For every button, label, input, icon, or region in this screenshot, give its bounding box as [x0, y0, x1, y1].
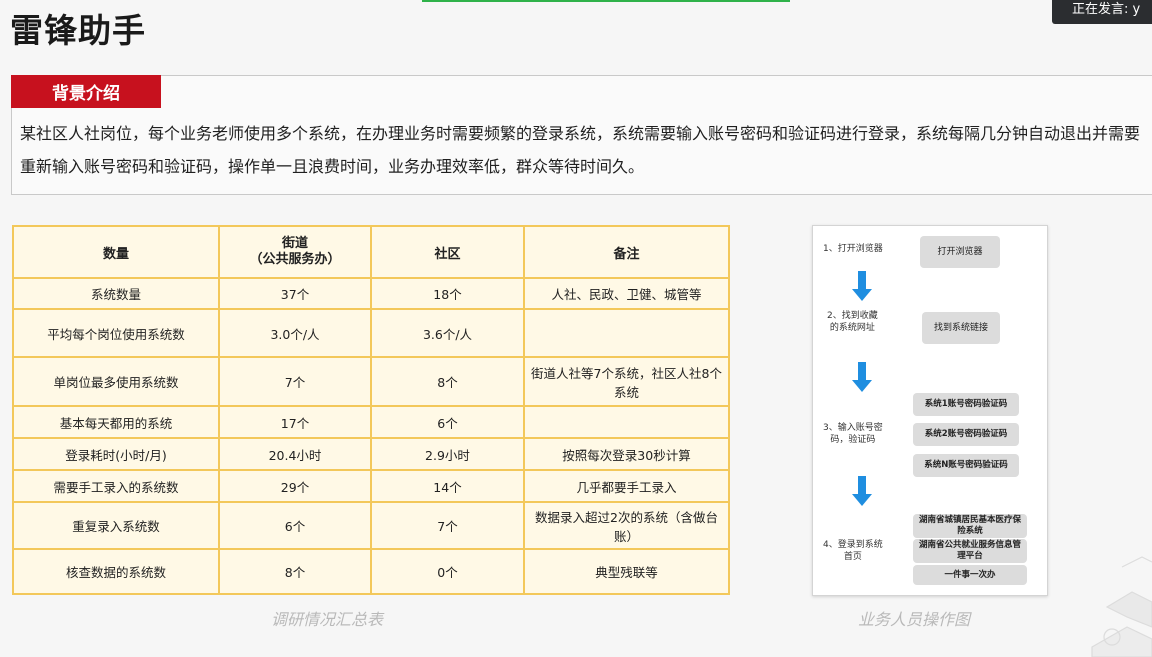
table-cell: 核查数据的系统数 — [12, 548, 220, 595]
table-header-row: 数量 街道 （公共服务办） 社区 备注 — [12, 225, 730, 279]
down-arrow-icon — [852, 271, 872, 303]
table-cell: 基本每天都用的系统 — [12, 405, 220, 439]
table-cell: 7个 — [218, 356, 372, 407]
flow-box-find-link: 找到系统链接 — [922, 312, 1000, 344]
table-cell: 数据录入超过2次的系统（含做台账） — [523, 501, 730, 550]
header-cell: 数量 — [12, 225, 220, 279]
decorative-graphic-icon — [1091, 556, 1152, 657]
table-row: 需要手工录入的系统数 29个 14个 几乎都要手工录入 — [12, 469, 730, 503]
table-cell: 17个 — [218, 405, 372, 439]
table-row: 平均每个岗位使用系统数 3.0个/人 3.6个/人 — [12, 308, 730, 358]
flow-step-3: 3、输入账号密 码，验证码 — [823, 423, 883, 445]
table-cell: 重复录入系统数 — [12, 501, 220, 550]
table-cell: 7个 — [370, 501, 525, 550]
table-cell: 登录耗时(小时/月) — [12, 437, 220, 471]
table-caption: 调研情况汇总表 — [271, 610, 384, 629]
operation-flow-diagram: 1、打开浏览器 打开浏览器 2、找到收藏 的系统网址 找到系统链接 3、输入账号… — [812, 225, 1048, 596]
table-cell: 人社、民政、卫健、城管等 — [523, 277, 730, 310]
flow-step-4: 4、登录到系统 首页 — [823, 540, 883, 562]
table-cell: 18个 — [370, 277, 525, 310]
table-cell — [523, 308, 730, 358]
flow-box-open-browser: 打开浏览器 — [920, 236, 1000, 268]
down-arrow-icon — [852, 476, 872, 508]
table-cell: 8个 — [370, 356, 525, 407]
table-row: 基本每天都用的系统 17个 6个 — [12, 405, 730, 439]
table-cell: 几乎都要手工录入 — [523, 469, 730, 503]
table-cell: 0个 — [370, 548, 525, 595]
table-cell: 单岗位最多使用系统数 — [12, 356, 220, 407]
header-cell: 备注 — [523, 225, 730, 279]
header-cell: 街道 （公共服务办） — [218, 225, 372, 279]
table-cell — [523, 405, 730, 439]
flow-box-one-stop: 一件事一次办 — [913, 565, 1027, 585]
survey-table: 数量 街道 （公共服务办） 社区 备注 系统数量 37个 18个 人社、民政、卫… — [12, 225, 730, 595]
slide-title: 雷锋助手 — [10, 11, 146, 50]
table-row: 重复录入系统数 6个 7个 数据录入超过2次的系统（含做台账） — [12, 501, 730, 550]
table-cell: 14个 — [370, 469, 525, 503]
speaking-indicator: 正在发言: y — [1052, 0, 1152, 24]
table-row: 单岗位最多使用系统数 7个 8个 街道人社等7个系统，社区人社8个系统 — [12, 356, 730, 407]
table-cell: 29个 — [218, 469, 372, 503]
header-cell: 社区 — [370, 225, 525, 279]
screen-share-bar — [422, 0, 790, 2]
table-cell: 20.4小时 — [218, 437, 372, 471]
table-row: 登录耗时(小时/月) 20.4小时 2.9小时 按照每次登录30秒计算 — [12, 437, 730, 471]
flow-box-system-n: 系统N账号密码验证码 — [913, 454, 1019, 477]
table-cell: 2.9小时 — [370, 437, 525, 471]
table-cell: 8个 — [218, 548, 372, 595]
table-cell: 6个 — [218, 501, 372, 550]
table-row: 核查数据的系统数 8个 0个 典型残联等 — [12, 548, 730, 595]
table-cell: 平均每个岗位使用系统数 — [12, 308, 220, 358]
slide: 正在发言: y 雷锋助手 背景介绍 某社区人社岗位，每个业务老师使用多个系统，在… — [0, 0, 1152, 657]
flow-step-1: 1、打开浏览器 — [823, 244, 883, 254]
table-cell: 3.0个/人 — [218, 308, 372, 358]
table-cell: 37个 — [218, 277, 372, 310]
flow-box-employment-platform: 湖南省公共就业服务信息管理平台 — [913, 539, 1027, 563]
table-row: 系统数量 37个 18个 人社、民政、卫健、城管等 — [12, 277, 730, 310]
table-cell: 需要手工录入的系统数 — [12, 469, 220, 503]
table-cell: 3.6个/人 — [370, 308, 525, 358]
flow-box-system-2: 系统2账号密码验证码 — [913, 423, 1019, 446]
table-cell: 按照每次登录30秒计算 — [523, 437, 730, 471]
table-cell: 街道人社等7个系统，社区人社8个系统 — [523, 356, 730, 407]
background-text: 某社区人社岗位，每个业务老师使用多个系统，在办理业务时需要频繁的登录系统，系统需… — [20, 124, 1141, 176]
flow-box-medical-insurance: 湖南省城镇居民基本医疗保险系统 — [913, 514, 1027, 538]
flow-step-2: 2、找到收藏 的系统网址 — [827, 311, 878, 333]
table-cell: 系统数量 — [12, 277, 220, 310]
table-cell: 典型残联等 — [523, 548, 730, 595]
table-cell: 6个 — [370, 405, 525, 439]
flow-box-system-1: 系统1账号密码验证码 — [913, 393, 1019, 416]
flow-caption: 业务人员操作图 — [858, 610, 971, 629]
down-arrow-icon — [852, 362, 872, 394]
background-tag: 背景介绍 — [11, 75, 161, 108]
